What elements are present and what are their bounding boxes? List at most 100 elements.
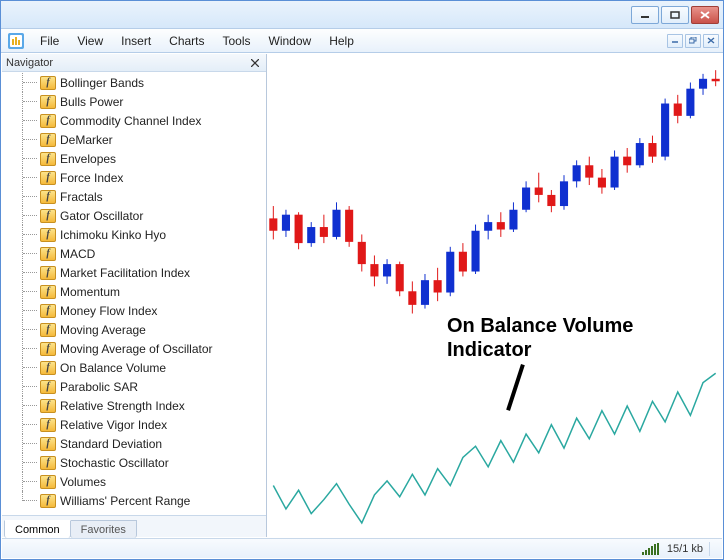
menu-help[interactable]: Help: [320, 31, 363, 51]
indicator-item[interactable]: Relative Strength Index: [2, 396, 266, 415]
indicator-icon: [40, 95, 56, 109]
maximize-button[interactable]: [661, 6, 689, 24]
indicator-label: On Balance Volume: [60, 361, 166, 375]
chart-area[interactable]: On Balance Volume Indicator: [267, 54, 722, 537]
indicator-icon: [40, 76, 56, 90]
indicator-label: Force Index: [60, 171, 123, 185]
indicator-label: Fractals: [60, 190, 103, 204]
indicator-label: Williams' Percent Range: [60, 494, 190, 508]
mdi-restore-button[interactable]: [685, 34, 701, 48]
indicator-label: Bollinger Bands: [60, 76, 144, 90]
indicator-label: Relative Strength Index: [60, 399, 185, 413]
indicator-icon: [40, 361, 56, 375]
menu-insert[interactable]: Insert: [112, 31, 160, 51]
navigator-title: Navigator: [6, 57, 53, 69]
indicator-label: MACD: [60, 247, 95, 261]
indicator-item[interactable]: MACD: [2, 244, 266, 263]
indicator-icon: [40, 418, 56, 432]
indicator-icon: [40, 209, 56, 223]
indicator-item[interactable]: Volumes: [2, 472, 266, 491]
indicator-item[interactable]: Bollinger Bands: [2, 73, 266, 92]
menu-view[interactable]: View: [68, 31, 112, 51]
indicator-label: Relative Vigor Index: [60, 418, 167, 432]
tab-common[interactable]: Common: [4, 520, 71, 538]
navigator-close-button[interactable]: [248, 56, 262, 70]
traffic-label: 15/1 kb: [667, 543, 703, 555]
indicator-label: Moving Average: [60, 323, 146, 337]
menu-charts[interactable]: Charts: [160, 31, 213, 51]
indicator-icon: [40, 380, 56, 394]
indicator-item[interactable]: Market Facilitation Index: [2, 263, 266, 282]
mdi-minimize-button[interactable]: [667, 34, 683, 48]
indicator-icon: [40, 437, 56, 451]
menu-file[interactable]: File: [31, 31, 68, 51]
menu-tools[interactable]: Tools: [214, 31, 260, 51]
indicator-icon: [40, 494, 56, 508]
indicator-item[interactable]: Stochastic Oscillator: [2, 453, 266, 472]
indicator-label: Market Facilitation Index: [60, 266, 190, 280]
indicator-label: Envelopes: [60, 152, 116, 166]
app-window: File View Insert Charts Tools Window Hel…: [0, 0, 724, 560]
indicator-icon: [40, 114, 56, 128]
connection-bars-icon: [642, 543, 659, 555]
indicator-icon: [40, 247, 56, 261]
indicator-label: Momentum: [60, 285, 120, 299]
indicator-item[interactable]: DeMarker: [2, 130, 266, 149]
indicator-item[interactable]: Moving Average of Oscillator: [2, 339, 266, 358]
indicator-item[interactable]: Gator Oscillator: [2, 206, 266, 225]
expert-advisors-item[interactable]: +Expert Advisors: [2, 510, 266, 515]
expert-advisors-label: Expert Advisors: [57, 513, 140, 516]
indicator-item[interactable]: Bulls Power: [2, 92, 266, 111]
app-icon: [7, 32, 25, 50]
minimize-button[interactable]: [631, 6, 659, 24]
indicator-icon: [40, 133, 56, 147]
indicator-icon: [40, 190, 56, 204]
indicator-item[interactable]: Money Flow Index: [2, 301, 266, 320]
indicator-item[interactable]: Force Index: [2, 168, 266, 187]
indicator-label: Stochastic Oscillator: [60, 456, 169, 470]
indicator-icon: [40, 285, 56, 299]
indicator-label: DeMarker: [60, 133, 113, 147]
indicator-label: Volumes: [60, 475, 106, 489]
indicator-label: Ichimoku Kinko Hyo: [60, 228, 166, 242]
mdi-close-button[interactable]: [703, 34, 719, 48]
indicator-icon: [40, 171, 56, 185]
indicator-label: Parabolic SAR: [60, 380, 138, 394]
indicator-label: Commodity Channel Index: [60, 114, 201, 128]
titlebar: [1, 1, 723, 29]
indicator-item[interactable]: Fractals: [2, 187, 266, 206]
indicator-item[interactable]: Commodity Channel Index: [2, 111, 266, 130]
menu-window[interactable]: Window: [260, 31, 321, 51]
indicator-label: Bulls Power: [60, 95, 123, 109]
indicator-label: Gator Oscillator: [60, 209, 143, 223]
expert-advisors-icon: [37, 513, 53, 516]
indicator-item[interactable]: Ichimoku Kinko Hyo: [2, 225, 266, 244]
indicator-item[interactable]: Parabolic SAR: [2, 377, 266, 396]
indicator-icon: [40, 304, 56, 318]
indicator-icon: [40, 323, 56, 337]
close-button[interactable]: [691, 6, 719, 24]
indicator-icon: [40, 456, 56, 470]
indicator-label: Moving Average of Oscillator: [60, 342, 213, 356]
indicator-icon: [40, 152, 56, 166]
tab-favorites[interactable]: Favorites: [70, 520, 137, 538]
navigator-tabs: Common Favorites: [2, 515, 266, 537]
chart-canvas: [267, 54, 722, 537]
navigator-tree[interactable]: Bollinger Bands Bulls Power Commodity Chan…: [2, 72, 266, 515]
indicator-item[interactable]: On Balance Volume: [2, 358, 266, 377]
indicator-item[interactable]: Momentum: [2, 282, 266, 301]
indicator-item[interactable]: Relative Vigor Index: [2, 415, 266, 434]
content-area: Navigator Bollinger Bands Bulls Power Comm…: [2, 54, 722, 537]
navigator-header: Navigator: [2, 54, 266, 72]
indicator-item[interactable]: Williams' Percent Range: [2, 491, 266, 510]
indicator-item[interactable]: Moving Average: [2, 320, 266, 339]
indicator-label: Standard Deviation: [60, 437, 162, 451]
annotation-text: On Balance Volume Indicator: [447, 314, 633, 362]
indicator-icon: [40, 266, 56, 280]
indicator-icon: [40, 228, 56, 242]
indicator-label: Money Flow Index: [60, 304, 157, 318]
indicator-item[interactable]: Envelopes: [2, 149, 266, 168]
statusbar: 15/1 kb: [2, 538, 722, 558]
indicator-item[interactable]: Standard Deviation: [2, 434, 266, 453]
indicator-icon: [40, 342, 56, 356]
